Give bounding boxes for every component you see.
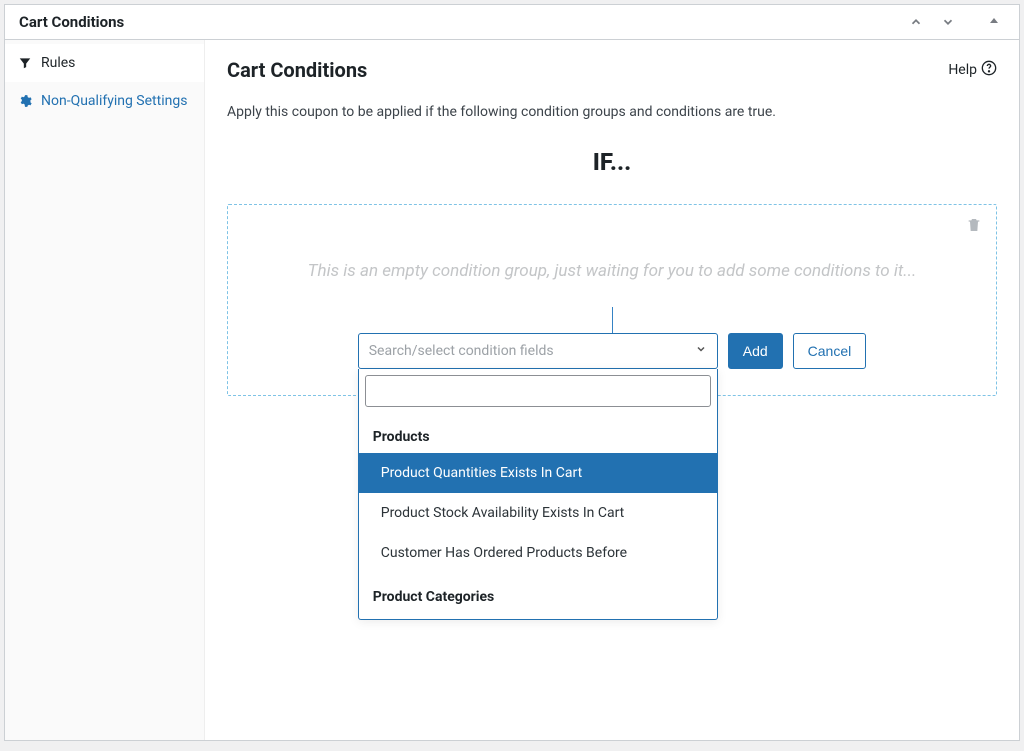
help-label: Help [948, 62, 977, 78]
sidebar: Rules Non-Qualifying Settings [5, 40, 205, 740]
delete-group-button[interactable] [966, 217, 982, 237]
condition-group: This is an empty condition group, just w… [227, 204, 997, 396]
dropdown-list[interactable]: Products Product Quantities Exists In Ca… [359, 413, 717, 619]
dropdown-group-label: Product Categories [359, 573, 717, 613]
metabox-title: Cart Conditions [19, 13, 124, 31]
cart-conditions-metabox: Cart Conditions Rules [4, 4, 1020, 741]
add-button[interactable]: Add [728, 333, 783, 369]
dropdown-option[interactable]: Product Quantities Exists In Cart [359, 453, 717, 493]
empty-group-message: This is an empty condition group, just w… [246, 223, 978, 305]
filter-icon [17, 56, 33, 70]
sidebar-item-label: Rules [41, 54, 75, 72]
condition-adder: Search/select condition fields Products [246, 333, 978, 369]
sidebar-item-rules[interactable]: Rules [5, 44, 204, 82]
page-description: Apply this coupon to be applied if the f… [227, 104, 997, 120]
condition-dropdown: Products Product Quantities Exists In Ca… [358, 369, 718, 620]
dropdown-group-label: Products [359, 413, 717, 453]
metabox-header: Cart Conditions [5, 5, 1019, 40]
panel-up-button[interactable] [905, 15, 927, 29]
help-icon [981, 60, 997, 80]
gear-icon [17, 94, 33, 108]
if-label: IF... [227, 148, 997, 176]
panel-down-button[interactable] [937, 15, 959, 29]
dropdown-option[interactable]: Customer Has Ordered Products Before [359, 533, 717, 573]
sidebar-item-non-qualifying-settings[interactable]: Non-Qualifying Settings [5, 82, 204, 120]
condition-select-display[interactable]: Search/select condition fields [358, 333, 718, 369]
main-panel: Cart Conditions Help Apply this coupon t… [205, 40, 1019, 740]
dropdown-option[interactable]: Product Stock Availability Exists In Car… [359, 493, 717, 533]
dropdown-search-input[interactable] [365, 375, 711, 407]
panel-collapse-button[interactable] [983, 14, 1005, 30]
chevron-down-icon [695, 343, 707, 359]
metabox-controls [905, 14, 1005, 30]
page-title: Cart Conditions [227, 58, 367, 82]
connector-line [612, 307, 613, 333]
cancel-button[interactable]: Cancel [793, 333, 867, 369]
sidebar-item-label: Non-Qualifying Settings [41, 92, 187, 110]
condition-select[interactable]: Search/select condition fields Products [358, 333, 718, 369]
help-link[interactable]: Help [948, 60, 997, 80]
condition-select-placeholder: Search/select condition fields [369, 343, 554, 359]
